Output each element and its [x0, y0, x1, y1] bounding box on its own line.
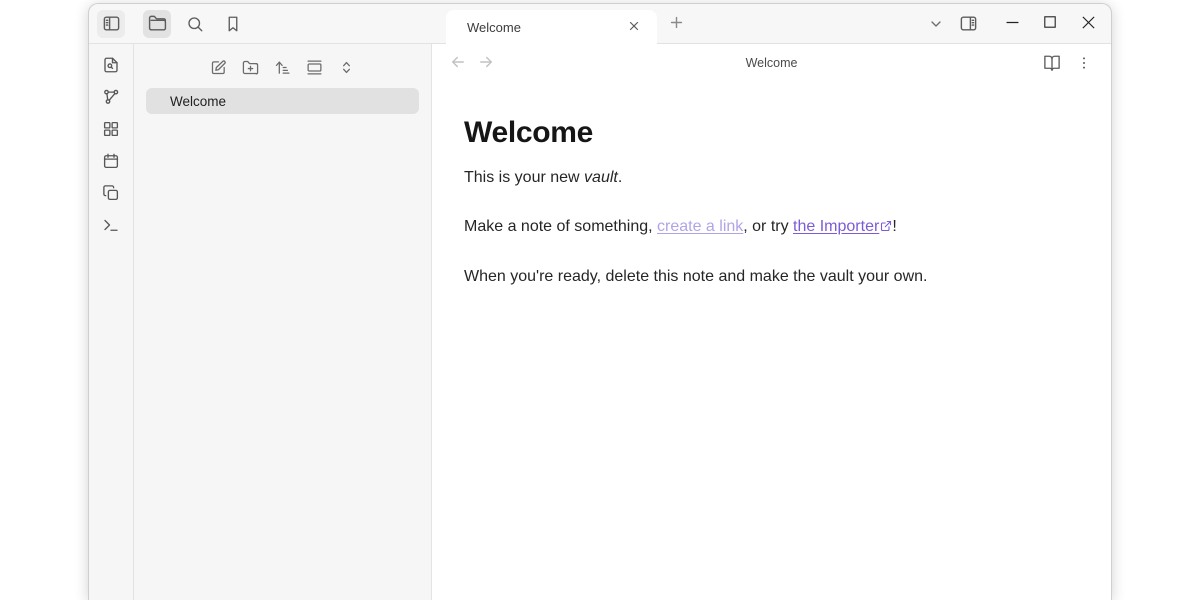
gallery-vertical-icon — [306, 59, 323, 76]
p1-italic-text: vault — [584, 169, 618, 186]
left-ribbon — [89, 44, 134, 600]
file-explorer: Welcome — [134, 44, 432, 600]
note-paragraph-2: Make a note of something, create a link,… — [464, 217, 1079, 239]
nav-arrows — [446, 51, 498, 75]
view-actions — [1039, 50, 1097, 76]
note-heading: Welcome — [464, 116, 1079, 150]
search-icon — [186, 15, 204, 33]
obsidian-window: Welcome — [88, 3, 1112, 600]
daily-note-button[interactable] — [97, 148, 125, 174]
close-icon — [1082, 16, 1095, 32]
tab-welcome[interactable]: Welcome — [446, 10, 657, 44]
graph-view-button[interactable] — [97, 84, 125, 110]
chevrons-up-down-icon — [338, 59, 355, 76]
collapse-all-button[interactable] — [335, 55, 359, 79]
file-search-icon — [102, 56, 120, 74]
window-controls — [993, 4, 1107, 43]
note-paragraph-1: This is your new vault. — [464, 168, 1079, 189]
new-folder-button[interactable] — [239, 55, 263, 79]
importer-external-link[interactable]: the Importer — [793, 218, 879, 235]
panel-right-icon — [959, 14, 978, 33]
templates-button[interactable] — [97, 180, 125, 206]
close-icon — [627, 19, 641, 36]
sort-order-button[interactable] — [271, 55, 295, 79]
tab-list-button[interactable] — [923, 11, 949, 37]
tab-close-button[interactable] — [623, 16, 645, 38]
folder-icon — [148, 14, 167, 33]
titlebar: Welcome — [89, 4, 1111, 44]
bookmarks-tab-button[interactable] — [219, 10, 247, 38]
calendar-icon — [102, 152, 120, 170]
maximize-button[interactable] — [1031, 4, 1069, 43]
p1-suffix: . — [618, 169, 622, 186]
files-tab-button[interactable] — [143, 10, 171, 38]
command-palette-button[interactable] — [97, 212, 125, 238]
p1-text: This is your new — [464, 169, 584, 186]
forward-button[interactable] — [474, 51, 498, 75]
file-item-welcome[interactable]: Welcome — [146, 88, 419, 114]
p2-text: Make a note of something, — [464, 218, 657, 235]
minimize-button[interactable] — [993, 4, 1031, 43]
titlebar-right-section — [923, 4, 1111, 43]
create-a-link-internal-link[interactable]: create a link — [657, 218, 743, 235]
book-open-icon — [1043, 54, 1061, 72]
file-list: Welcome — [134, 84, 431, 118]
more-options-button[interactable] — [1071, 50, 1097, 76]
desktop-background: Welcome — [0, 0, 1200, 600]
toggle-left-sidebar-button[interactable] — [97, 10, 125, 38]
bookmark-icon — [224, 15, 242, 33]
arrow-right-icon — [477, 53, 495, 74]
graph-icon — [102, 88, 120, 106]
file-item-label: Welcome — [170, 94, 226, 109]
note-paragraph-3: When you're ready, delete this note and … — [464, 267, 1079, 288]
minimize-icon — [1006, 16, 1019, 32]
terminal-icon — [102, 216, 120, 234]
more-vertical-icon — [1076, 55, 1092, 71]
edit-icon — [210, 59, 227, 76]
new-note-button[interactable] — [207, 55, 231, 79]
panel-left-icon — [102, 14, 121, 33]
arrow-left-icon — [449, 53, 467, 74]
layout-button[interactable] — [303, 55, 327, 79]
editor-pane: Welcome — [432, 44, 1111, 600]
close-window-button[interactable] — [1069, 4, 1107, 43]
p2-middle-text: , or try — [743, 218, 793, 235]
titlebar-left-section — [89, 4, 432, 44]
p2-suffix: ! — [892, 218, 896, 235]
quick-switcher-button[interactable] — [97, 52, 125, 78]
new-tab-button[interactable] — [663, 11, 689, 37]
file-explorer-header — [134, 50, 431, 84]
app-body: Welcome — [89, 44, 1111, 600]
chevron-down-icon — [928, 16, 944, 32]
back-button[interactable] — [446, 51, 470, 75]
canvas-button[interactable] — [97, 116, 125, 142]
toggle-right-sidebar-button[interactable] — [955, 11, 981, 37]
tab-bar: Welcome — [432, 4, 1111, 44]
search-tab-button[interactable] — [181, 10, 209, 38]
reading-mode-button[interactable] — [1039, 50, 1065, 76]
copy-icon — [102, 184, 120, 202]
note-content: Welcome This is your new vault. Make a n… — [432, 82, 1111, 315]
maximize-icon — [1044, 16, 1056, 31]
sort-asc-icon — [274, 59, 291, 76]
view-header: Welcome — [432, 44, 1111, 82]
tab-label: Welcome — [467, 20, 623, 35]
layout-grid-icon — [102, 120, 120, 138]
external-link-icon — [880, 218, 892, 239]
folder-plus-icon — [242, 59, 259, 76]
plus-icon — [668, 14, 685, 34]
view-header-title: Welcome — [432, 56, 1111, 70]
